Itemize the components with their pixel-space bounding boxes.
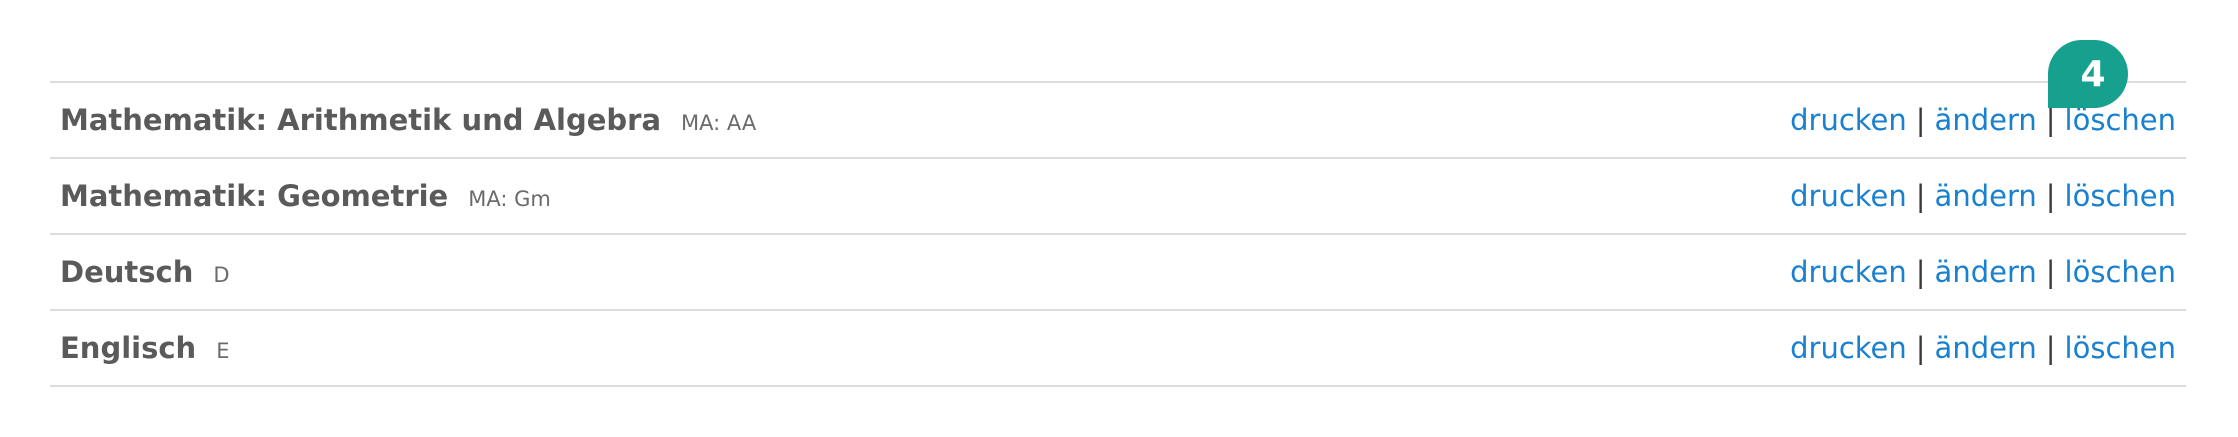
subject-abbreviation: MA: AA: [681, 111, 757, 135]
row-actions: drucken | ändern | löschen: [1790, 331, 2176, 365]
subject-name: Mathematik: Geometrie: [60, 179, 449, 213]
print-link[interactable]: drucken: [1790, 331, 1907, 365]
subject-abbreviation: MA: Gm: [468, 187, 551, 211]
subject-info: Mathematik: Geometrie MA: Gm: [60, 179, 551, 213]
tour-step-badge[interactable]: 4: [2048, 40, 2128, 108]
subject-row: Mathematik: Arithmetik und Algebra MA: A…: [50, 83, 2186, 159]
subject-abbreviation: D: [213, 263, 230, 287]
subject-list: Mathematik: Arithmetik und Algebra MA: A…: [50, 81, 2186, 387]
delete-link[interactable]: löschen: [2065, 255, 2176, 289]
subject-row: Mathematik: Geometrie MA: Gm drucken | ä…: [50, 159, 2186, 235]
row-actions: drucken | ändern | löschen: [1790, 255, 2176, 289]
row-actions: drucken | ändern | löschen: [1790, 103, 2176, 137]
separator: |: [1915, 255, 1926, 289]
subject-name: Englisch: [60, 331, 197, 365]
edit-link[interactable]: ändern: [1935, 103, 2037, 137]
print-link[interactable]: drucken: [1790, 103, 1907, 137]
separator: |: [1915, 331, 1926, 365]
separator: |: [2045, 103, 2056, 137]
separator: |: [1915, 179, 1926, 213]
subject-name: Mathematik: Arithmetik und Algebra: [60, 103, 662, 137]
separator: |: [2045, 255, 2056, 289]
delete-link[interactable]: löschen: [2065, 103, 2176, 137]
subject-info: Mathematik: Arithmetik und Algebra MA: A…: [60, 103, 756, 137]
edit-link[interactable]: ändern: [1935, 331, 2037, 365]
subject-row: Deutsch D drucken | ändern | löschen: [50, 235, 2186, 311]
edit-link[interactable]: ändern: [1935, 255, 2037, 289]
print-link[interactable]: drucken: [1790, 179, 1907, 213]
delete-link[interactable]: löschen: [2065, 179, 2176, 213]
separator: |: [2045, 179, 2056, 213]
subject-name: Deutsch: [60, 255, 194, 289]
separator: |: [1915, 103, 1926, 137]
print-link[interactable]: drucken: [1790, 255, 1907, 289]
delete-link[interactable]: löschen: [2065, 331, 2176, 365]
subject-info: Deutsch D: [60, 255, 230, 289]
subject-info: Englisch E: [60, 331, 229, 365]
tour-step-number: 4: [2080, 53, 2106, 95]
separator: |: [2045, 331, 2056, 365]
subject-row: Englisch E drucken | ändern | löschen: [50, 311, 2186, 387]
row-actions: drucken | ändern | löschen: [1790, 179, 2176, 213]
edit-link[interactable]: ändern: [1935, 179, 2037, 213]
subject-abbreviation: E: [216, 339, 230, 363]
